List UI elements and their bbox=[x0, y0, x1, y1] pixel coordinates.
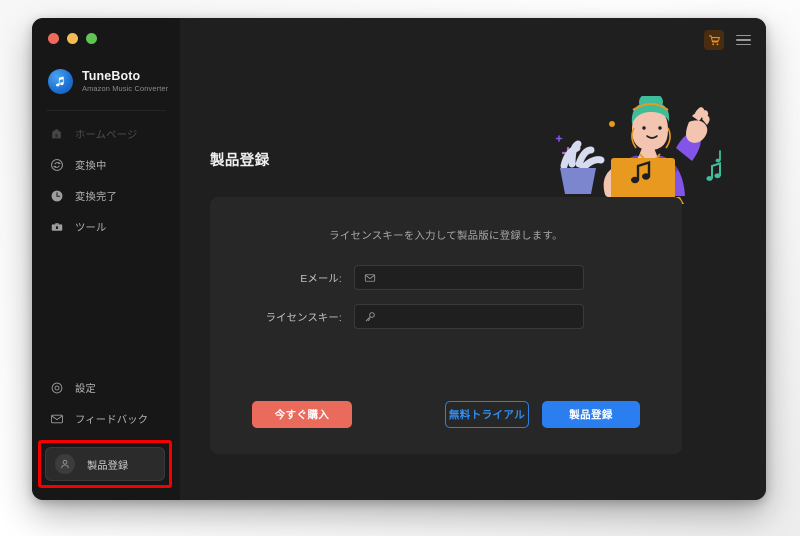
sidebar-item-tools[interactable]: ツール bbox=[32, 211, 180, 242]
page-title: 製品登録 bbox=[210, 153, 270, 169]
license-key-row: ライセンスキー: bbox=[210, 304, 682, 329]
sidebar-item-feedback[interactable]: フィードバック bbox=[32, 403, 180, 434]
envelope-icon bbox=[363, 271, 376, 284]
app-tagline: Amazon Music Converter bbox=[82, 84, 169, 94]
sidebar-divider bbox=[46, 110, 166, 111]
music-note-icon bbox=[48, 69, 73, 94]
license-key-input[interactable] bbox=[383, 311, 575, 322]
card-subtitle: ライセンスキーを入力して製品版に登録します。 bbox=[329, 231, 563, 242]
sidebar-item-settings[interactable]: 設定 bbox=[32, 372, 180, 403]
registration-card: ライセンスキーを入力して製品版に登録します。 Eメール: ライセンスキー: 今す… bbox=[210, 197, 682, 454]
titlebar-actions bbox=[704, 30, 752, 50]
main-content: 製品登録 ライセンスキーを入力して製品版に登録します。 Eメール: ライセンスキ… bbox=[180, 18, 766, 500]
home-icon bbox=[49, 126, 64, 141]
sidebar-nav: ホームページ 変換中 変換完了 ツール bbox=[32, 118, 180, 242]
license-key-field[interactable] bbox=[354, 304, 584, 329]
sidebar-item-label: ホームページ bbox=[75, 130, 138, 141]
free-trial-button[interactable]: 無料トライアル bbox=[445, 401, 529, 428]
maximize-window-button[interactable] bbox=[86, 33, 97, 44]
sidebar-item-label: フィードバック bbox=[75, 415, 149, 426]
sidebar-bottom-nav: 設定 フィードバック 製品登録 bbox=[32, 372, 180, 500]
close-window-button[interactable] bbox=[48, 33, 59, 44]
license-key-label: ライセンスキー: bbox=[265, 313, 342, 324]
register-button[interactable]: 製品登録 bbox=[542, 401, 640, 428]
email-label: Eメール: bbox=[300, 274, 342, 285]
email-row: Eメール: bbox=[210, 265, 682, 290]
registration-form: Eメール: ライセンスキー: bbox=[210, 265, 682, 343]
shopping-cart-icon[interactable] bbox=[704, 30, 724, 50]
toolbox-icon bbox=[49, 219, 64, 234]
app-window: TuneBoto Amazon Music Converter ホームページ 変… bbox=[32, 18, 766, 500]
sidebar-item-converted[interactable]: 変換完了 bbox=[32, 180, 180, 211]
sidebar-item-label: 設定 bbox=[75, 384, 96, 395]
convert-refresh-icon bbox=[49, 157, 64, 172]
window-traffic-lights bbox=[32, 18, 180, 52]
clock-history-icon bbox=[49, 188, 64, 203]
sidebar-item-converting[interactable]: 変換中 bbox=[32, 149, 180, 180]
email-input[interactable] bbox=[383, 272, 575, 283]
app-name: TuneBoto bbox=[82, 69, 141, 84]
key-icon bbox=[363, 310, 376, 323]
hamburger-menu-icon[interactable] bbox=[736, 33, 752, 47]
gear-icon bbox=[49, 380, 64, 395]
sidebar-item-homepage[interactable]: ホームページ bbox=[32, 118, 180, 149]
right-action-group: 無料トライアル 製品登録 bbox=[445, 401, 640, 428]
sidebar-item-label: ツール bbox=[75, 223, 107, 234]
email-field[interactable] bbox=[354, 265, 584, 290]
envelope-icon bbox=[49, 411, 64, 426]
app-brand: TuneBoto Amazon Music Converter bbox=[32, 52, 180, 100]
person-avatar-icon bbox=[55, 454, 75, 474]
sidebar-item-label: 変換完了 bbox=[75, 192, 117, 203]
sidebar-item-label: 製品登録 bbox=[87, 460, 129, 472]
card-actions: 今すぐ購入 無料トライアル 製品登録 bbox=[210, 401, 682, 428]
sidebar-item-label: 変換中 bbox=[75, 161, 107, 172]
sidebar-item-registration[interactable]: 製品登録 bbox=[45, 447, 165, 481]
sidebar: TuneBoto Amazon Music Converter ホームページ 変… bbox=[32, 18, 180, 500]
person-with-laptop-illustration bbox=[550, 92, 732, 208]
minimize-window-button[interactable] bbox=[67, 33, 78, 44]
buy-now-button[interactable]: 今すぐ購入 bbox=[252, 401, 352, 428]
registration-highlight-box: 製品登録 bbox=[38, 440, 172, 488]
